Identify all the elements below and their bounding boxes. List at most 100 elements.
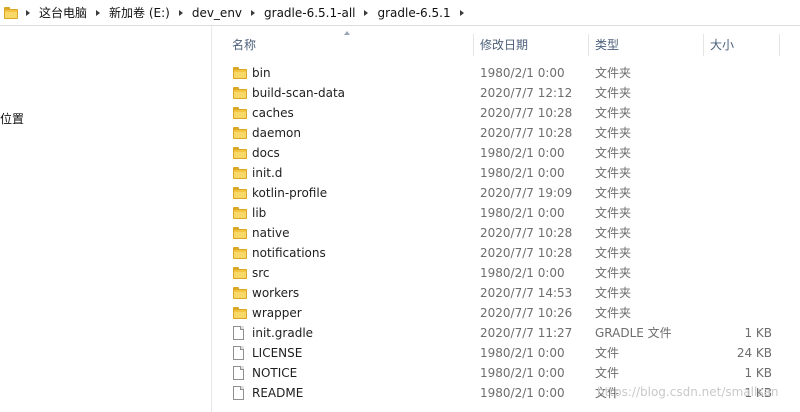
- column-name[interactable]: 名称: [226, 30, 474, 58]
- file-modified: 1980/2/1 0:00: [480, 366, 565, 380]
- file-size: [706, 143, 772, 163]
- file-row[interactable]: daemon 2020/7/7 10:28 文件夹: [226, 123, 786, 143]
- file-modified: 2020/7/7 10:28: [480, 226, 573, 240]
- column-type-label: 类型: [595, 37, 620, 52]
- address-bar[interactable]: 这台电脑 新加卷 (E:) dev_env gradle-6.5.1-all gradl…: [0, 0, 800, 26]
- file-row[interactable]: wrapper 2020/7/7 10:26 文件夹: [226, 303, 786, 323]
- chevron-right-icon[interactable]: [19, 0, 37, 26]
- file-row[interactable]: docs 1980/2/1 0:00 文件夹: [226, 143, 786, 163]
- file-name: init.d: [252, 166, 283, 180]
- file-row[interactable]: LICENSE 1980/2/1 0:00 文件 24 KB: [226, 343, 786, 363]
- file-name: docs: [252, 146, 280, 160]
- column-size[interactable]: 大小: [704, 30, 780, 58]
- file-modified: 2020/7/7 11:27: [480, 326, 573, 340]
- file-modified: 1980/2/1 0:00: [480, 386, 565, 400]
- file-row[interactable]: native 2020/7/7 10:28 文件夹: [226, 223, 786, 243]
- file-size: 1 KB: [744, 326, 772, 340]
- folder-icon: [233, 143, 249, 163]
- column-modified-label: 修改日期: [480, 37, 529, 52]
- navigation-pane: 位置: [0, 26, 212, 412]
- file-name: daemon: [252, 126, 301, 140]
- file-name: LICENSE: [252, 346, 303, 360]
- file-icon: [233, 383, 249, 403]
- file-name: kotlin-profile: [252, 186, 328, 200]
- file-name: native: [252, 226, 290, 240]
- file-name: init.gradle: [252, 326, 314, 340]
- file-type: 文件夹: [595, 226, 632, 240]
- column-name-label: 名称: [232, 37, 257, 52]
- file-row[interactable]: build-scan-data 2020/7/7 12:12 文件夹: [226, 83, 786, 103]
- file-row[interactable]: NOTICE 1980/2/1 0:00 文件 1 KB: [226, 363, 786, 383]
- folder-icon: [233, 283, 249, 303]
- file-row[interactable]: notifications 2020/7/7 10:28 文件夹: [226, 243, 786, 263]
- chevron-right-icon[interactable]: [357, 0, 375, 26]
- file-row[interactable]: bin 1980/2/1 0:00 文件夹: [226, 63, 786, 83]
- folder-icon: [233, 123, 249, 143]
- breadcrumb-item[interactable]: gradle-6.5.1: [375, 6, 452, 20]
- file-type: 文件夹: [595, 306, 632, 320]
- file-row[interactable]: caches 2020/7/7 10:28 文件夹: [226, 103, 786, 123]
- file-size: [706, 183, 772, 203]
- file-size: [706, 303, 772, 323]
- file-type: 文件夹: [595, 146, 632, 160]
- breadcrumb-item[interactable]: 新加卷 (E:): [107, 4, 172, 21]
- file-row[interactable]: init.gradle 2020/7/7 11:27 GRADLE 文件 1 KB: [226, 323, 786, 343]
- file-type: 文件夹: [595, 266, 632, 280]
- breadcrumb-item[interactable]: 这台电脑: [37, 4, 89, 21]
- column-header: 名称 修改日期 类型 大小: [226, 30, 786, 58]
- breadcrumb: 这台电脑 新加卷 (E:) dev_env gradle-6.5.1-all gradl…: [19, 0, 471, 26]
- column-modified[interactable]: 修改日期: [474, 30, 589, 58]
- file-name: notifications: [252, 246, 326, 260]
- file-type: 文件夹: [595, 166, 632, 180]
- chevron-right-icon[interactable]: [244, 0, 262, 26]
- file-name: workers: [252, 286, 300, 300]
- file-list: bin 1980/2/1 0:00 文件夹 build-scan-data 2020/7…: [226, 63, 786, 403]
- chevron-right-icon[interactable]: [453, 0, 471, 26]
- file-type: GRADLE 文件: [595, 326, 672, 340]
- nav-item-location[interactable]: 位置: [0, 110, 24, 127]
- file-row[interactable]: workers 2020/7/7 14:53 文件夹: [226, 283, 786, 303]
- folder-icon: [233, 63, 249, 83]
- folder-icon: [233, 243, 249, 263]
- file-type: 文件: [595, 366, 620, 380]
- file-modified: 1980/2/1 0:00: [480, 66, 565, 80]
- folder-icon: [233, 103, 249, 123]
- file-row[interactable]: init.d 1980/2/1 0:00 文件夹: [226, 163, 786, 183]
- file-name: lib: [252, 206, 267, 220]
- file-size: [706, 103, 772, 123]
- file-size: 24 KB: [736, 346, 772, 360]
- file-row[interactable]: lib 1980/2/1 0:00 文件夹: [226, 203, 786, 223]
- file-icon: [233, 343, 249, 363]
- breadcrumb-item[interactable]: gradle-6.5.1-all: [262, 6, 357, 20]
- file-row[interactable]: kotlin-profile 2020/7/7 19:09 文件夹: [226, 183, 786, 203]
- file-size: [706, 223, 772, 243]
- file-size: [706, 163, 772, 183]
- file-name: bin: [252, 66, 271, 80]
- watermark: https://blog.csdn.net/smallsan: [597, 385, 779, 399]
- file-modified: 1980/2/1 0:00: [480, 146, 565, 160]
- column-type[interactable]: 类型: [589, 30, 704, 58]
- folder-icon: [233, 83, 249, 103]
- file-modified: 2020/7/7 10:28: [480, 126, 573, 140]
- file-modified: 2020/7/7 12:12: [480, 86, 573, 100]
- file-size: 1 KB: [744, 366, 772, 380]
- file-name: caches: [252, 106, 294, 120]
- chevron-right-icon[interactable]: [172, 0, 190, 26]
- file-modified: 2020/7/7 10:26: [480, 306, 573, 320]
- file-modified: 2020/7/7 19:09: [480, 186, 573, 200]
- file-type: 文件夹: [595, 126, 632, 140]
- folder-icon: [233, 303, 249, 323]
- file-size: [706, 243, 772, 263]
- breadcrumb-item[interactable]: dev_env: [190, 6, 244, 20]
- file-name: NOTICE: [252, 366, 298, 380]
- file-modified: 1980/2/1 0:00: [480, 206, 565, 220]
- file-row[interactable]: src 1980/2/1 0:00 文件夹: [226, 263, 786, 283]
- file-name: src: [252, 266, 270, 280]
- folder-icon: [233, 163, 249, 183]
- file-name: wrapper: [252, 306, 302, 320]
- file-modified: 1980/2/1 0:00: [480, 166, 565, 180]
- folder-icon: [233, 183, 249, 203]
- file-modified: 2020/7/7 10:28: [480, 106, 573, 120]
- file-type: 文件夹: [595, 86, 632, 100]
- chevron-right-icon[interactable]: [89, 0, 107, 26]
